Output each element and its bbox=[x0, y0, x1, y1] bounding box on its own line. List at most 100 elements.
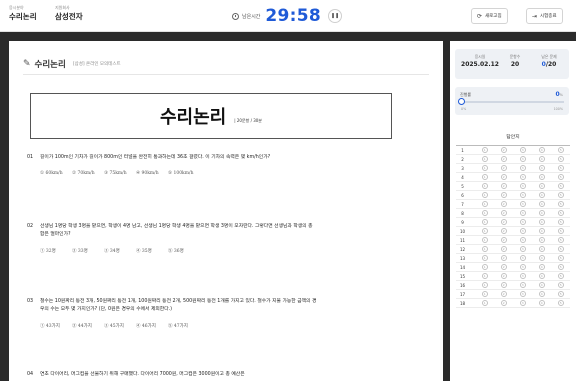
answer-choice-2[interactable]: 2 bbox=[500, 164, 507, 172]
option-4[interactable]: ④ 46가지 bbox=[136, 323, 168, 329]
answer-choice-3[interactable]: 3 bbox=[519, 290, 526, 298]
answer-choice-5[interactable]: 5 bbox=[557, 245, 564, 253]
answer-choice-2[interactable]: 2 bbox=[500, 155, 507, 163]
answer-choice-4[interactable]: 4 bbox=[538, 164, 545, 172]
option-5[interactable]: ⑤ 47가지 bbox=[168, 323, 200, 329]
answer-choice-2[interactable]: 2 bbox=[500, 200, 507, 208]
exit-exam-button[interactable]: ⇥ 시험종료 bbox=[526, 8, 563, 24]
answer-choice-3[interactable]: 3 bbox=[519, 236, 526, 244]
answer-choice-2[interactable]: 2 bbox=[500, 182, 507, 190]
answer-choice-3[interactable]: 3 bbox=[519, 146, 526, 154]
answer-choice-1[interactable]: 1 bbox=[481, 245, 488, 253]
answer-choice-2[interactable]: 2 bbox=[500, 281, 507, 289]
answer-choice-1[interactable]: 1 bbox=[481, 299, 488, 307]
answer-choice-1[interactable]: 1 bbox=[481, 146, 488, 154]
answer-choice-3[interactable]: 3 bbox=[519, 281, 526, 289]
answer-choice-2[interactable]: 2 bbox=[500, 272, 507, 280]
answer-choice-1[interactable]: 1 bbox=[481, 254, 488, 262]
answer-choice-1[interactable]: 1 bbox=[481, 290, 488, 298]
answer-choice-2[interactable]: 2 bbox=[500, 146, 507, 154]
answer-choice-4[interactable]: 4 bbox=[538, 209, 545, 217]
answer-choice-3[interactable]: 3 bbox=[519, 227, 526, 235]
answer-choice-1[interactable]: 1 bbox=[481, 191, 488, 199]
answer-choice-2[interactable]: 2 bbox=[500, 236, 507, 244]
answer-choice-1[interactable]: 1 bbox=[481, 263, 488, 271]
answer-choice-4[interactable]: 4 bbox=[538, 200, 545, 208]
answer-choice-5[interactable]: 5 bbox=[557, 299, 564, 307]
answer-choice-4[interactable]: 4 bbox=[538, 245, 545, 253]
answer-choice-4[interactable]: 4 bbox=[538, 272, 545, 280]
answer-choice-5[interactable]: 5 bbox=[557, 227, 564, 235]
answer-choice-4[interactable]: 4 bbox=[538, 227, 545, 235]
answer-choice-5[interactable]: 5 bbox=[557, 191, 564, 199]
answer-choice-5[interactable]: 5 bbox=[557, 173, 564, 181]
answer-choice-3[interactable]: 3 bbox=[519, 218, 526, 226]
answer-choice-2[interactable]: 2 bbox=[500, 254, 507, 262]
answer-choice-1[interactable]: 1 bbox=[481, 200, 488, 208]
answer-choice-3[interactable]: 3 bbox=[519, 209, 526, 217]
option-3[interactable]: ③ 75km/h bbox=[104, 171, 136, 176]
answer-choice-4[interactable]: 4 bbox=[538, 299, 545, 307]
option-2[interactable]: ② 44가지 bbox=[72, 323, 104, 329]
option-2[interactable]: ② 70km/h bbox=[72, 171, 104, 176]
answer-choice-2[interactable]: 2 bbox=[500, 191, 507, 199]
answer-choice-4[interactable]: 4 bbox=[538, 173, 545, 181]
answer-choice-3[interactable]: 3 bbox=[519, 245, 526, 253]
option-4[interactable]: ④ 35명 bbox=[136, 248, 168, 254]
answer-choice-5[interactable]: 5 bbox=[557, 155, 564, 163]
answer-choice-4[interactable]: 4 bbox=[538, 146, 545, 154]
answer-choice-2[interactable]: 2 bbox=[500, 245, 507, 253]
option-1[interactable]: ① 60km/h bbox=[40, 171, 72, 176]
answer-choice-5[interactable]: 5 bbox=[557, 290, 564, 298]
answer-choice-2[interactable]: 2 bbox=[500, 218, 507, 226]
answer-choice-2[interactable]: 2 bbox=[500, 173, 507, 181]
answer-choice-5[interactable]: 5 bbox=[557, 263, 564, 271]
option-3[interactable]: ③ 45가지 bbox=[104, 323, 136, 329]
answer-choice-3[interactable]: 3 bbox=[519, 272, 526, 280]
answer-choice-4[interactable]: 4 bbox=[538, 191, 545, 199]
answer-choice-5[interactable]: 5 bbox=[557, 182, 564, 190]
option-5[interactable]: ⑤ 100km/h bbox=[168, 171, 208, 176]
answer-choice-5[interactable]: 5 bbox=[557, 218, 564, 226]
answer-choice-2[interactable]: 2 bbox=[500, 299, 507, 307]
answer-choice-4[interactable]: 4 bbox=[538, 290, 545, 298]
answer-choice-3[interactable]: 3 bbox=[519, 164, 526, 172]
answer-choice-5[interactable]: 5 bbox=[557, 164, 564, 172]
answer-choice-2[interactable]: 2 bbox=[500, 227, 507, 235]
answer-choice-3[interactable]: 3 bbox=[519, 254, 526, 262]
answer-choice-3[interactable]: 3 bbox=[519, 173, 526, 181]
answer-choice-4[interactable]: 4 bbox=[538, 182, 545, 190]
answer-choice-1[interactable]: 1 bbox=[481, 218, 488, 226]
answer-choice-1[interactable]: 1 bbox=[481, 182, 488, 190]
option-3[interactable]: ③ 34명 bbox=[104, 248, 136, 254]
answer-choice-1[interactable]: 1 bbox=[481, 227, 488, 235]
answer-choice-1[interactable]: 1 bbox=[481, 272, 488, 280]
answer-choice-4[interactable]: 4 bbox=[538, 236, 545, 244]
answer-choice-3[interactable]: 3 bbox=[519, 182, 526, 190]
answer-choice-4[interactable]: 4 bbox=[538, 263, 545, 271]
option-5[interactable]: ⑤ 36명 bbox=[168, 248, 200, 254]
answer-choice-4[interactable]: 4 bbox=[538, 155, 545, 163]
answer-choice-3[interactable]: 3 bbox=[519, 200, 526, 208]
answer-choice-3[interactable]: 3 bbox=[519, 155, 526, 163]
pause-button[interactable]: ❚❚ bbox=[328, 9, 343, 23]
option-4[interactable]: ④ 90km/h bbox=[136, 171, 168, 176]
answer-choice-2[interactable]: 2 bbox=[500, 290, 507, 298]
answer-choice-4[interactable]: 4 bbox=[538, 218, 545, 226]
answer-choice-5[interactable]: 5 bbox=[557, 236, 564, 244]
option-1[interactable]: ① 32명 bbox=[40, 248, 72, 254]
answer-choice-2[interactable]: 2 bbox=[500, 263, 507, 271]
answer-choice-3[interactable]: 3 bbox=[519, 191, 526, 199]
answer-choice-1[interactable]: 1 bbox=[481, 209, 488, 217]
answer-choice-3[interactable]: 3 bbox=[519, 299, 526, 307]
answer-choice-5[interactable]: 5 bbox=[557, 272, 564, 280]
answer-choice-3[interactable]: 3 bbox=[519, 263, 526, 271]
answer-choice-5[interactable]: 5 bbox=[557, 281, 564, 289]
answer-choice-5[interactable]: 5 bbox=[557, 209, 564, 217]
answer-choice-5[interactable]: 5 bbox=[557, 146, 564, 154]
answer-choice-4[interactable]: 4 bbox=[538, 281, 545, 289]
option-2[interactable]: ② 33명 bbox=[72, 248, 104, 254]
answer-choice-1[interactable]: 1 bbox=[481, 173, 488, 181]
answer-choice-5[interactable]: 5 bbox=[557, 254, 564, 262]
answer-choice-1[interactable]: 1 bbox=[481, 155, 488, 163]
